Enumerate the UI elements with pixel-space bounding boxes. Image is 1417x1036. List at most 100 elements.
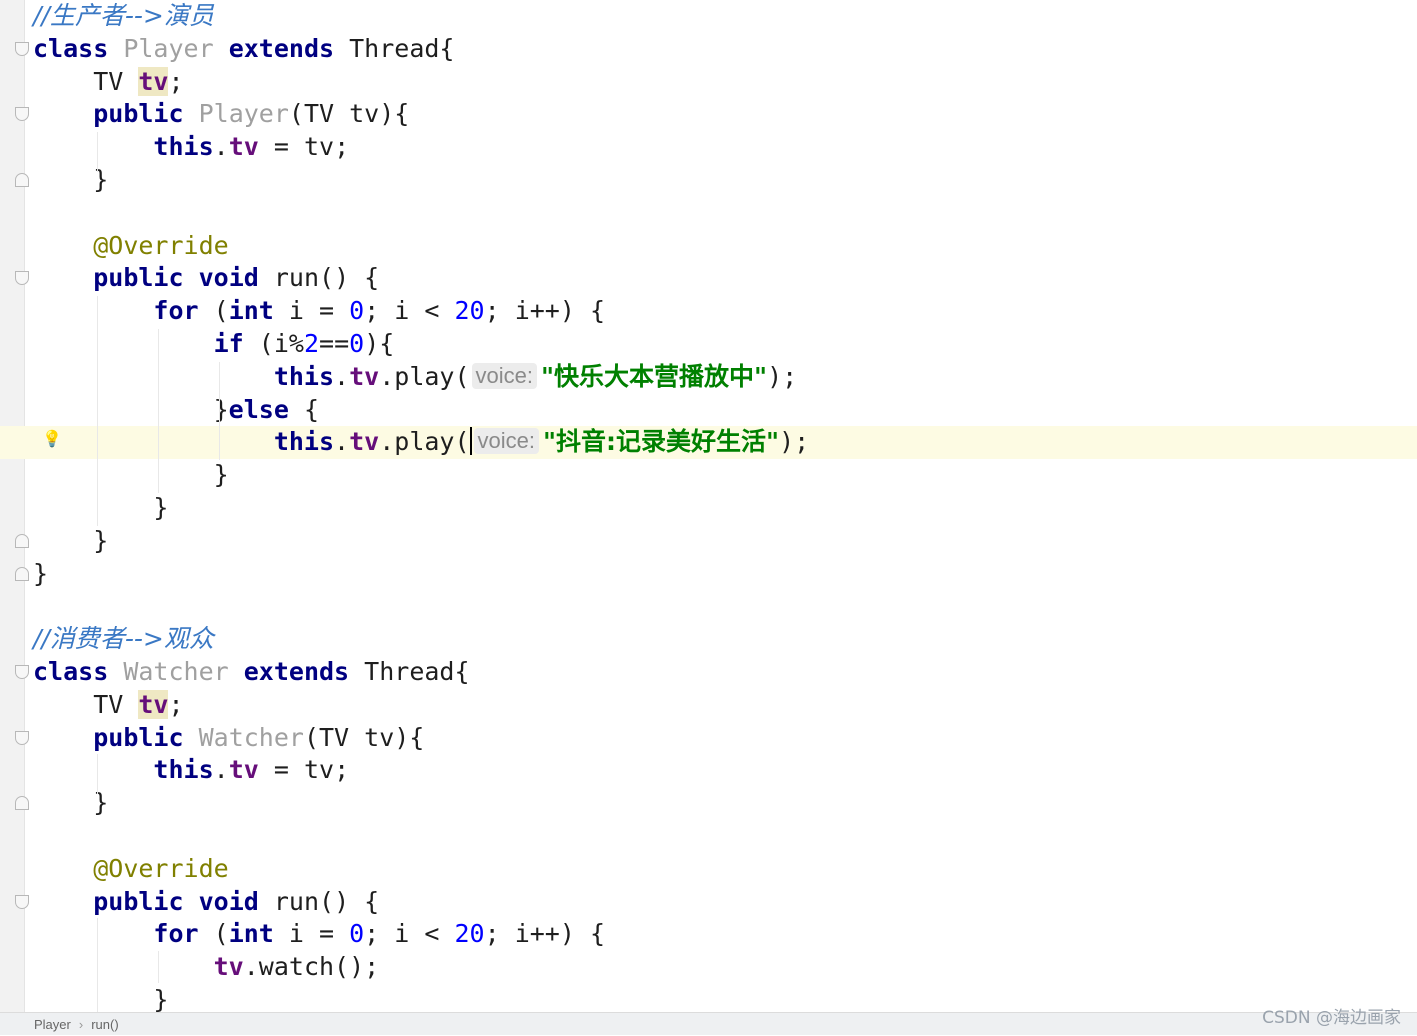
code-text: }	[33, 558, 48, 591]
code-line[interactable]: if (i%2==0){	[0, 328, 1417, 361]
fold-close-icon[interactable]	[15, 173, 29, 187]
code-token: tv	[213, 952, 244, 982]
code-text: for (int i = 0; i < 20; i++) {	[33, 295, 605, 328]
fold-open-icon[interactable]	[15, 665, 29, 679]
code-editor[interactable]: //生产者-->演员 class Player extends Thread{ T…	[0, 0, 1417, 1012]
indent-guide	[97, 132, 98, 172]
fold-close-icon[interactable]	[15, 796, 29, 811]
code-token: .	[334, 361, 350, 391]
code-token: Thread{	[334, 33, 455, 63]
code-token: this	[153, 132, 214, 162]
code-token: for	[153, 919, 199, 949]
code-token: this	[273, 427, 335, 457]
fold-open-icon[interactable]	[15, 41, 29, 56]
code-text: TV tv;	[33, 66, 184, 99]
code-line[interactable]: TV tv;	[0, 689, 1417, 722]
code-line[interactable]: public Player(TV tv){	[0, 98, 1417, 131]
code-line[interactable]: for (int i = 0; i < 20; i++) {	[0, 295, 1417, 328]
code-line[interactable]: }	[0, 984, 1417, 1012]
code-line[interactable]: public void run() {	[0, 262, 1417, 295]
code-line[interactable]: }	[0, 164, 1417, 197]
code-line-current[interactable]: this.tv.play(voice: "抖音:记录美好生活");	[0, 426, 1417, 460]
fold-open-icon[interactable]	[15, 894, 29, 909]
code-token: extends	[228, 33, 335, 63]
code-text: tv.watch();	[33, 951, 380, 984]
lightbulb-icon[interactable]: 💡	[42, 430, 62, 448]
text-caret	[469, 427, 472, 456]
code-token: }	[33, 525, 109, 555]
indent-guide	[97, 918, 98, 1012]
fold-close-icon[interactable]	[15, 533, 29, 548]
code-token: );	[779, 427, 810, 457]
code-token: {	[288, 394, 319, 424]
code-line[interactable]: @Override	[0, 853, 1417, 886]
code-line[interactable]: @Override	[0, 230, 1417, 263]
indent-guide	[97, 296, 98, 526]
code-text: }	[33, 525, 108, 558]
code-text: //消费者-->观众	[33, 623, 214, 656]
code-token: ){	[364, 329, 395, 358]
code-line[interactable]: tv.watch();	[0, 951, 1417, 984]
code-text: class Player extends Thread{	[33, 33, 454, 66]
breadcrumb-item-method[interactable]: run()	[91, 1017, 118, 1032]
code-token: (	[198, 296, 229, 326]
code-token: = tv;	[258, 132, 350, 162]
code-token: int	[228, 296, 274, 326]
code-line[interactable]: }	[0, 525, 1417, 558]
code-line[interactable]: //消费者-->观众	[0, 623, 1417, 656]
code-line[interactable]: class Player extends Thread{	[0, 33, 1417, 66]
code-token: .play(	[379, 427, 470, 457]
breadcrumb-item-class[interactable]: Player	[34, 1017, 71, 1032]
code-text: public Player(TV tv){	[33, 98, 409, 131]
code-line[interactable]	[0, 197, 1417, 230]
code-line[interactable]: for (int i = 0; i < 20; i++) {	[0, 918, 1417, 951]
code-token: ; i <	[364, 919, 455, 949]
code-line[interactable]: this.tv.play(voice: "快乐大本营播放中");	[0, 361, 1417, 394]
watermark: CSDN @海边画家	[1262, 1008, 1401, 1028]
code-line[interactable]	[0, 820, 1417, 853]
code-token: .	[213, 755, 229, 785]
code-line[interactable]: }	[0, 558, 1417, 591]
code-line[interactable]: class Watcher extends Thread{	[0, 656, 1417, 689]
fold-open-icon[interactable]	[15, 730, 29, 745]
code-text: @Override	[33, 230, 228, 263]
indent-guide	[158, 329, 159, 493]
code-line[interactable]: this.tv = tv;	[0, 754, 1417, 787]
code-line[interactable]: public Watcher(TV tv){	[0, 722, 1417, 755]
code-line[interactable]: TV tv;	[0, 66, 1417, 99]
code-line[interactable]: }	[0, 492, 1417, 525]
code-token: TV	[33, 689, 139, 719]
code-token: Thread{	[349, 657, 470, 686]
code-token: ;	[168, 66, 184, 96]
code-text: public void run() {	[33, 886, 379, 919]
fold-close-icon[interactable]	[15, 566, 29, 581]
code-line[interactable]: this.tv = tv;	[0, 131, 1417, 164]
code-line[interactable]: public void run() {	[0, 886, 1417, 919]
code-token: }	[33, 493, 169, 522]
code-token: tv	[138, 66, 169, 96]
code-line[interactable]	[0, 590, 1417, 623]
indent-guide	[219, 362, 220, 460]
code-token: public	[93, 99, 184, 129]
code-token: (TV tv){	[288, 99, 410, 129]
code-line[interactable]: }	[0, 787, 1417, 820]
code-text: }	[33, 984, 168, 1012]
code-text: //生产者-->演员	[33, 0, 214, 33]
code-token: public	[93, 886, 184, 916]
code-token: void	[198, 263, 259, 293]
code-token: 20	[454, 919, 485, 949]
indent-guide	[158, 951, 159, 983]
code-token: void	[198, 886, 259, 916]
code-line[interactable]: //生产者-->演员	[0, 0, 1417, 33]
code-token: i =	[273, 919, 350, 949]
code-token: i =	[273, 296, 350, 326]
code-line[interactable]: }	[0, 459, 1417, 492]
code-line[interactable]: }else {	[0, 394, 1417, 427]
